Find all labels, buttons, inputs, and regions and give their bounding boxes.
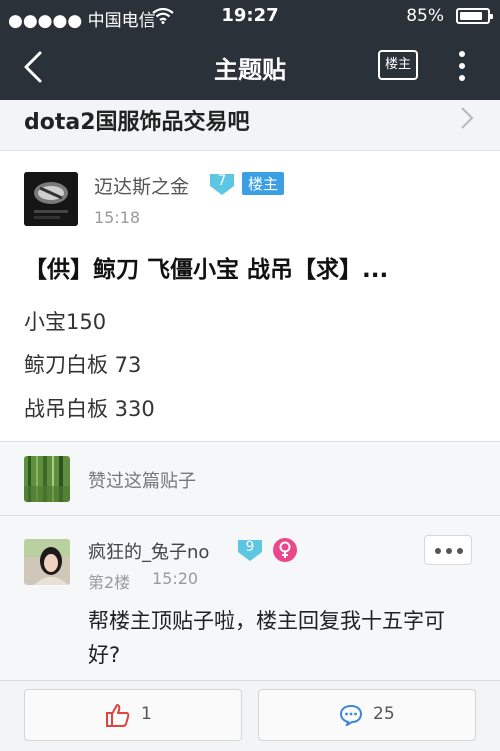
avatar-image <box>24 456 70 502</box>
owner-tag: 楼主 <box>242 172 285 195</box>
nav-bar: 主题贴 楼主 <box>0 32 500 100</box>
chevron-right-icon[interactable] <box>456 106 476 130</box>
owner-only-button[interactable]: 楼主 <box>378 50 418 80</box>
comment-count: 25 <box>373 704 395 724</box>
author-avatar[interactable] <box>24 172 78 226</box>
comment-button[interactable]: 25 <box>258 689 476 741</box>
likes-label[interactable]: 赞过这篇贴子 <box>88 467 196 493</box>
post-line: 小宝150 <box>24 310 107 334</box>
female-symbol-icon <box>273 538 297 562</box>
reply-more-button[interactable] <box>424 535 472 565</box>
comment-bubble-icon <box>339 704 363 726</box>
reply-author-avatar[interactable] <box>24 539 70 585</box>
forum-name[interactable]: dota2国服饰品交易吧 <box>24 104 250 136</box>
floor-number: 第2楼 <box>88 573 131 592</box>
liker-avatar[interactable] <box>24 456 70 502</box>
level-number: 9 <box>245 539 255 555</box>
post-line: 鲸刀白板 73 <box>24 353 142 377</box>
avatar-image <box>24 172 78 226</box>
more-options-icon[interactable] <box>452 48 472 84</box>
divider <box>0 515 500 516</box>
level-number: 7 <box>217 173 227 189</box>
page-title: 主题贴 <box>214 56 286 84</box>
battery-percent: 85% <box>406 6 444 26</box>
divider <box>0 441 500 442</box>
reply-content: 帮楼主顶贴子啦，楼主回复我十五字可好? <box>88 609 445 667</box>
horizontal-dots-icon <box>435 548 463 554</box>
likes-section[interactable] <box>0 441 500 515</box>
level-badge: 7 <box>208 172 236 196</box>
status-bar: ●●●●● 中国电信 19:27 85% <box>0 0 500 32</box>
post-line: 战吊白板 330 <box>24 397 155 421</box>
like-count: 1 <box>141 704 152 724</box>
forum-bar[interactable]: dota2国服饰品交易吧 <box>0 100 500 151</box>
avatar-image <box>24 539 70 585</box>
post-title: 【供】鲸刀 飞僵小宝 战吊【求】... <box>24 257 389 283</box>
like-button[interactable]: 1 <box>24 689 242 741</box>
battery-icon <box>456 8 493 24</box>
reply-author-name[interactable]: 疯狂的_兔子no <box>88 538 209 564</box>
post-time: 15:18 <box>94 208 141 227</box>
author-name[interactable]: 迈达斯之金 <box>94 172 189 199</box>
level-badge: 9 <box>236 538 264 562</box>
thumbs-up-icon <box>106 704 130 727</box>
reply-time: 15:20 <box>152 569 199 588</box>
